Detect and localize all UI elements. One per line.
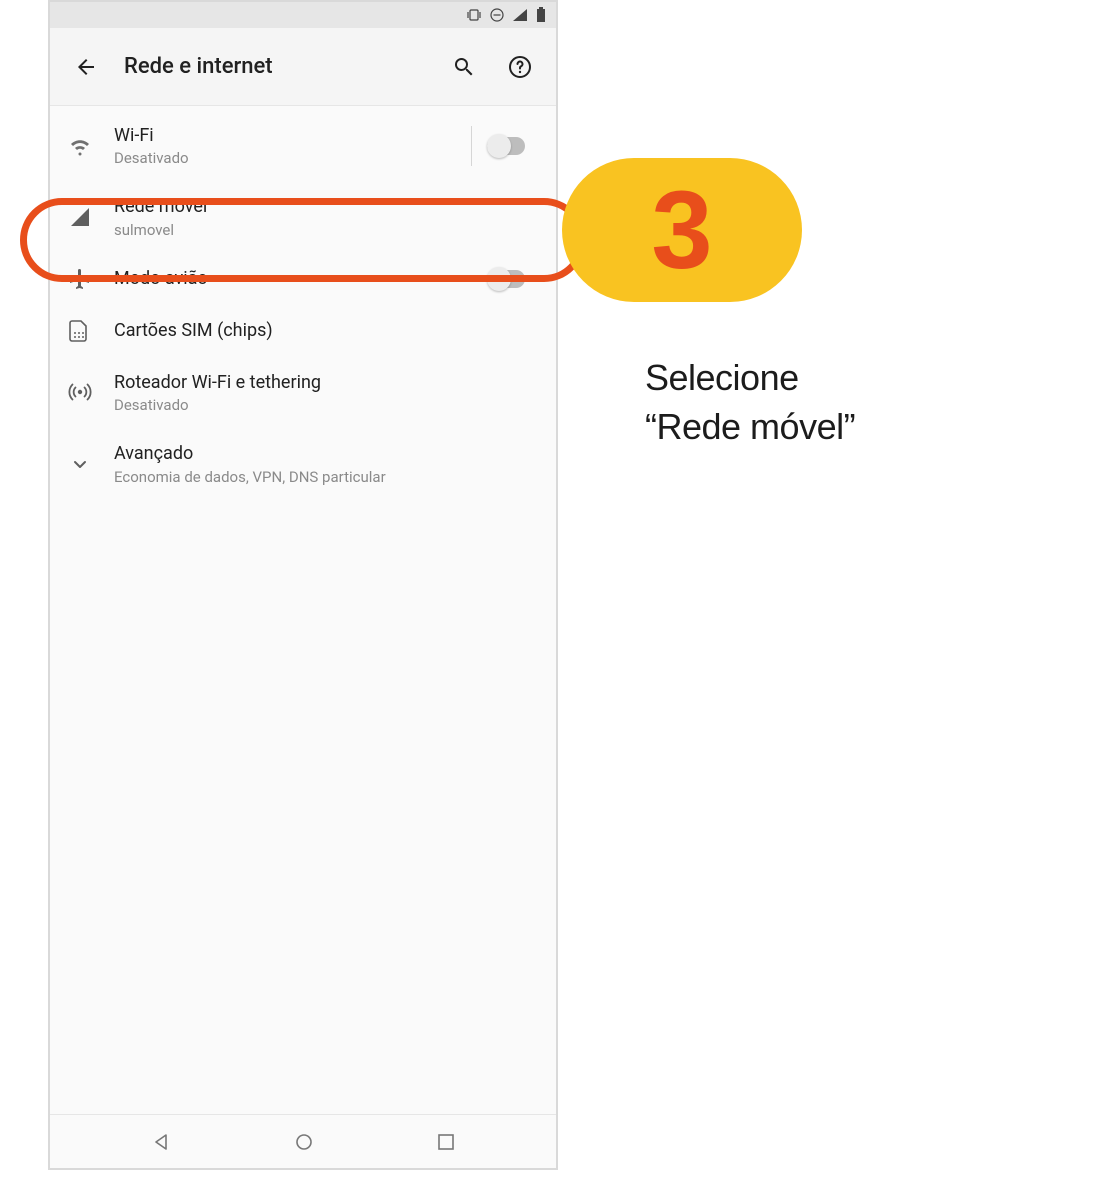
arrow-back-icon [74, 55, 98, 79]
help-button[interactable] [502, 49, 538, 85]
row-airplane-mode[interactable]: Modo avião [50, 253, 556, 305]
divider [471, 126, 472, 166]
battery-icon [536, 7, 546, 23]
step-number: 3 [651, 167, 712, 294]
back-button[interactable] [68, 49, 104, 85]
airplane-icon [68, 267, 114, 291]
signal-icon [512, 8, 528, 22]
nav-recent-icon [437, 1133, 455, 1151]
nav-back-button[interactable] [151, 1132, 171, 1152]
page-title: Rede e internet [124, 54, 426, 79]
instruction-line1: Selecione [645, 357, 799, 398]
nav-back-icon [151, 1132, 171, 1152]
row-advanced[interactable]: Avançado Economia de dados, VPN, DNS par… [50, 428, 556, 499]
vibrate-icon [466, 8, 482, 22]
wifi-toggle[interactable] [487, 137, 525, 155]
sim-title: Cartões SIM (chips) [114, 319, 536, 342]
row-mobile-network[interactable]: Rede móvel sulmovel [50, 181, 556, 252]
app-bar: Rede e internet [50, 28, 556, 106]
instruction-line2: “Rede móvel” [645, 406, 855, 447]
airplane-title: Modo avião [114, 267, 476, 290]
settings-list: Wi-Fi Desativado Rede móvel sulmovel Mod… [50, 106, 556, 1114]
advanced-title: Avançado [114, 442, 536, 465]
nav-home-icon [294, 1132, 314, 1152]
status-bar [50, 2, 556, 28]
hotspot-icon [68, 380, 114, 404]
sim-icon [68, 319, 114, 343]
instruction-text: Selecione “Rede móvel” [645, 354, 855, 451]
mobile-title: Rede móvel [114, 195, 536, 218]
advanced-subtitle: Economia de dados, VPN, DNS particular [114, 468, 536, 486]
row-sim-cards[interactable]: Cartões SIM (chips) [50, 305, 556, 357]
row-hotspot[interactable]: Roteador Wi-Fi e tethering Desativado [50, 357, 556, 428]
chevron-down-icon [68, 452, 114, 476]
phone-frame: Rede e internet Wi-Fi Desativado [48, 0, 558, 1170]
nav-recent-button[interactable] [437, 1133, 455, 1151]
cellular-icon [68, 205, 114, 229]
step-bubble: 3 [562, 158, 802, 302]
hotspot-title: Roteador Wi-Fi e tethering [114, 371, 536, 394]
row-wifi[interactable]: Wi-Fi Desativado [50, 110, 556, 181]
dnd-icon [490, 8, 504, 22]
nav-home-button[interactable] [294, 1132, 314, 1152]
wifi-subtitle: Desativado [114, 149, 471, 167]
hotspot-subtitle: Desativado [114, 396, 536, 414]
airplane-toggle[interactable] [487, 270, 525, 288]
search-icon [452, 55, 476, 79]
mobile-subtitle: sulmovel [114, 221, 536, 239]
wifi-icon [68, 134, 114, 158]
help-icon [508, 55, 532, 79]
nav-bar [50, 1114, 556, 1168]
wifi-title: Wi-Fi [114, 124, 471, 147]
search-button[interactable] [446, 49, 482, 85]
